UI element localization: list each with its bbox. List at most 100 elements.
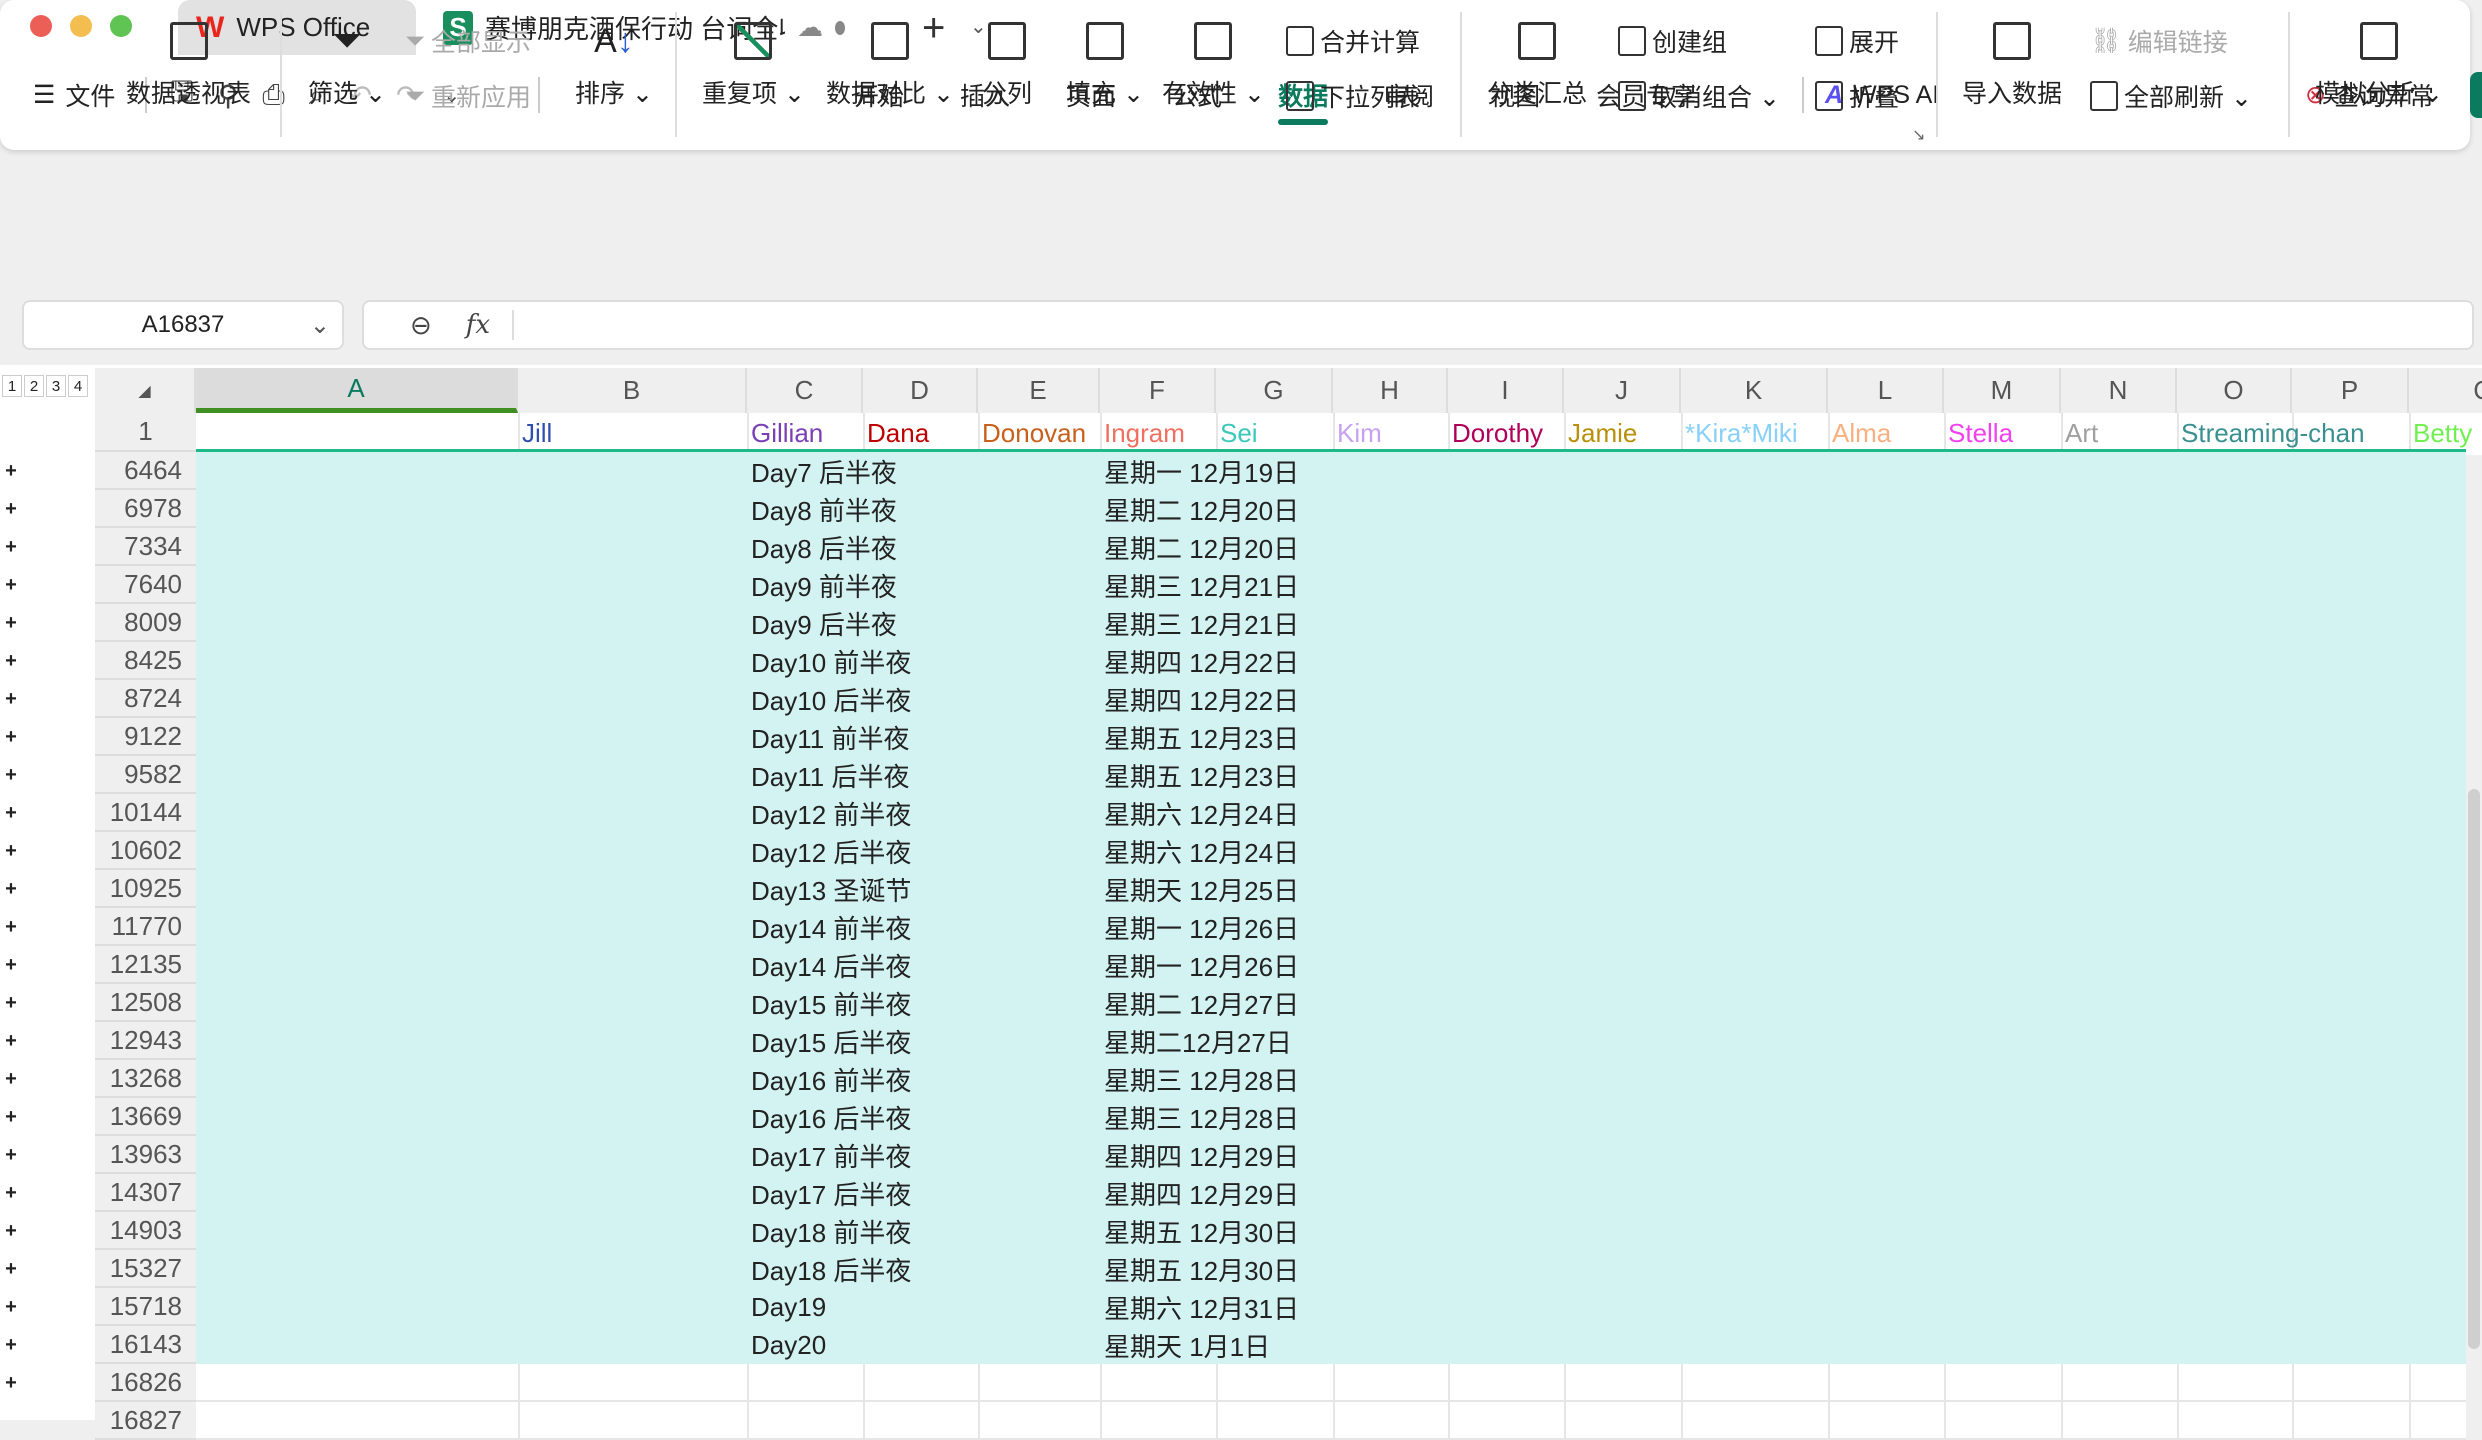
name-box[interactable]: A16837 ⌄ xyxy=(22,300,344,350)
collapse-button[interactable]: 折叠 xyxy=(1815,78,1899,114)
row-header[interactable]: 8009 xyxy=(95,604,196,642)
column-header-O[interactable]: O xyxy=(2177,368,2292,413)
header-cell-B[interactable]: Jill xyxy=(518,414,552,452)
cell-date[interactable]: 星期五 12月23日 xyxy=(1100,718,1299,756)
cell-day[interactable]: Day17 前半夜 xyxy=(747,1136,911,1174)
expand-group-icon[interactable]: + xyxy=(2,461,20,481)
fill-button[interactable]: 填充 ⌄ xyxy=(1066,22,1144,110)
column-header-F[interactable]: F xyxy=(1100,368,1216,413)
cell-day[interactable]: Day19 xyxy=(747,1288,826,1326)
header-cell-Q[interactable]: Betty xyxy=(2409,414,2472,452)
cell-day[interactable]: Day15 前半夜 xyxy=(747,984,911,1022)
expand-group-icon[interactable]: + xyxy=(2,1107,20,1127)
row-header[interactable]: 16826 xyxy=(95,1364,196,1402)
row-header[interactable]: 12943 xyxy=(95,1022,196,1060)
chevron-down-icon[interactable]: ⌄ xyxy=(310,311,330,340)
cell-day[interactable]: Day11 后半夜 xyxy=(747,756,909,794)
column-header-C[interactable]: C xyxy=(747,368,863,413)
validity-button[interactable]: 有效性 ⌄ xyxy=(1162,22,1265,110)
row-header[interactable]: 13963 xyxy=(95,1136,196,1174)
row-header[interactable]: 16143 xyxy=(95,1326,196,1364)
pivot-table-button[interactable]: 数据透视表 xyxy=(126,22,251,110)
header-cell-N[interactable]: Art xyxy=(2061,414,2098,452)
subtotal-button[interactable]: 分类汇总 xyxy=(1487,22,1587,110)
header-cell-J[interactable]: Jamie xyxy=(1564,414,1637,452)
row-header[interactable]: 9122 xyxy=(95,718,196,756)
duplicates-button[interactable]: 重复项 ⌄ xyxy=(702,22,805,110)
expand-group-icon[interactable]: + xyxy=(2,1145,20,1165)
empty-row[interactable] xyxy=(196,1402,2466,1440)
minimize-window-button[interactable] xyxy=(70,15,92,37)
cell-date[interactable]: 星期三 12月28日 xyxy=(1100,1098,1299,1136)
row-header[interactable]: 10144 xyxy=(95,794,196,832)
row-header[interactable]: 8425 xyxy=(95,642,196,680)
refresh-all-button[interactable]: 全部刷新 ⌄ xyxy=(2090,78,2252,114)
scrollbar-thumb[interactable] xyxy=(2468,789,2480,1349)
header-cell-L[interactable]: Alma xyxy=(1828,414,1891,452)
zoom-icon[interactable]: ⊖ xyxy=(410,310,432,341)
cell-date[interactable]: 星期六 12月24日 xyxy=(1100,832,1299,870)
outline-level-3[interactable]: 3 xyxy=(46,375,66,397)
row-header[interactable]: 7334 xyxy=(95,528,196,566)
expand-group-icon[interactable]: + xyxy=(2,613,20,633)
expand-group-icon[interactable]: + xyxy=(2,879,20,899)
cell-day[interactable]: Day16 前半夜 xyxy=(747,1060,911,1098)
cell-day[interactable]: Day20 xyxy=(747,1326,826,1364)
row-header[interactable]: 15718 xyxy=(95,1288,196,1326)
column-header-D[interactable]: D xyxy=(863,368,978,413)
expand-group-icon[interactable]: + xyxy=(2,955,20,975)
expand-group-icon[interactable]: + xyxy=(2,1335,20,1355)
cell-date[interactable]: 星期五 12月23日 xyxy=(1100,756,1299,794)
column-header-L[interactable]: L xyxy=(1828,368,1944,413)
column-header-K[interactable]: K xyxy=(1681,368,1828,413)
expand-group-icon[interactable]: + xyxy=(2,1031,20,1051)
reapply-button[interactable]: ⏷ 重新应用 xyxy=(405,78,531,114)
expand-group-icon[interactable]: + xyxy=(2,727,20,747)
column-header-P[interactable]: P xyxy=(2292,368,2409,413)
split-column-button[interactable]: 分列 xyxy=(982,22,1032,110)
expand-group-icon[interactable]: + xyxy=(2,1373,20,1393)
cell-day[interactable]: Day17 后半夜 xyxy=(747,1174,911,1212)
cell-day[interactable]: Day10 前半夜 xyxy=(747,642,911,680)
cell-date[interactable]: 星期五 12月30日 xyxy=(1100,1250,1299,1288)
header-cell-H[interactable]: Kim xyxy=(1333,414,1382,452)
expand-group-icon[interactable]: + xyxy=(2,575,20,595)
cell-date[interactable]: 星期三 12月28日 xyxy=(1100,1060,1299,1098)
cell-day[interactable]: Day14 前半夜 xyxy=(747,908,911,946)
expand-group-icon[interactable]: + xyxy=(2,1297,20,1317)
cell-date[interactable]: 星期五 12月30日 xyxy=(1100,1212,1299,1250)
expand-button[interactable]: 展开 xyxy=(1815,23,1899,59)
expand-group-icon[interactable]: + xyxy=(2,917,20,937)
cell-date[interactable]: 星期天 12月25日 xyxy=(1100,870,1299,908)
expand-group-icon[interactable]: + xyxy=(2,841,20,861)
cell-date[interactable]: 星期一 12月26日 xyxy=(1100,946,1299,984)
header-cell-C[interactable]: Gillian xyxy=(747,414,823,452)
fx-button[interactable]: fx xyxy=(466,310,490,340)
row-header[interactable]: 14903 xyxy=(95,1212,196,1250)
cell-date[interactable]: 星期二12月27日 xyxy=(1100,1022,1292,1060)
header-cell-M[interactable]: Stella xyxy=(1944,414,2013,452)
vertical-scrollbar[interactable] xyxy=(2466,455,2482,1420)
column-header-G[interactable]: G xyxy=(1216,368,1333,413)
dialog-launcher-icon[interactable]: ↘ xyxy=(1912,125,1925,145)
cell-date[interactable]: 星期三 12月21日 xyxy=(1100,566,1299,604)
cell-day[interactable]: Day13 圣诞节 xyxy=(747,870,911,908)
data-compare-button[interactable]: 数据对比 ⌄ xyxy=(826,22,954,110)
cell-day[interactable]: Day12 后半夜 xyxy=(747,832,911,870)
cell-date[interactable]: 星期四 12月29日 xyxy=(1100,1174,1299,1212)
cell-day[interactable]: Day11 前半夜 xyxy=(747,718,909,756)
row-header[interactable]: 8724 xyxy=(95,680,196,718)
cell-day[interactable]: Day10 后半夜 xyxy=(747,680,911,718)
row-header[interactable]: 14307 xyxy=(95,1174,196,1212)
cell-date[interactable]: 星期三 12月21日 xyxy=(1100,604,1299,642)
row-header[interactable]: 6464 xyxy=(95,452,196,490)
row-header[interactable]: 13268 xyxy=(95,1060,196,1098)
cell-date[interactable]: 星期六 12月31日 xyxy=(1100,1288,1299,1326)
column-header-B[interactable]: B xyxy=(518,368,747,413)
cell-date[interactable]: 星期一 12月19日 xyxy=(1100,452,1299,490)
row-header[interactable]: 10602 xyxy=(95,832,196,870)
import-data-button[interactable]: 导入数据 xyxy=(1962,22,2062,110)
column-header-H[interactable]: H xyxy=(1333,368,1448,413)
create-group-button[interactable]: 创建组 xyxy=(1618,23,1727,59)
cell-date[interactable]: 星期二 12月20日 xyxy=(1100,490,1299,528)
